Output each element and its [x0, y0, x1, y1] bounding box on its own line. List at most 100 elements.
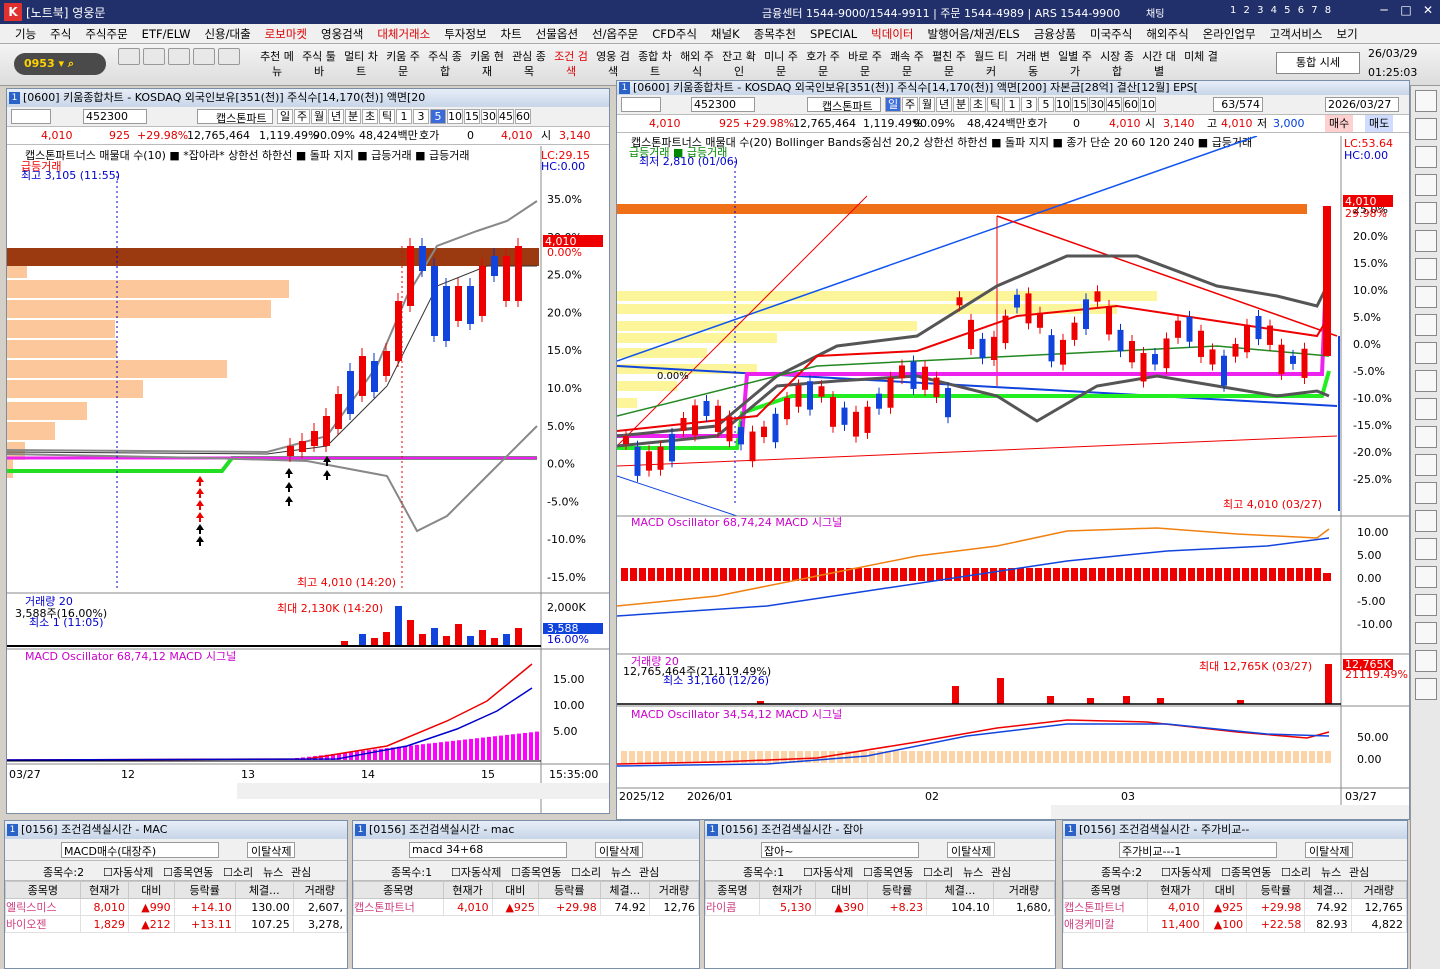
period-tab[interactable]: 주: [902, 97, 918, 112]
column-header[interactable]: 현재가: [758, 881, 816, 899]
toolbar-button[interactable]: 시장 종합: [1097, 47, 1137, 83]
toolbar-button[interactable]: 거래 변동: [1013, 47, 1053, 83]
period-tab[interactable]: 틱: [987, 97, 1003, 112]
tool-icon[interactable]: [1415, 90, 1437, 112]
account-selector[interactable]: 0953 ▾ ⌕: [14, 53, 106, 75]
column-header[interactable]: 현재가: [442, 881, 493, 899]
menu-item[interactable]: 주식주문: [78, 26, 134, 42]
toolbar-button[interactable]: 일별 주가: [1055, 47, 1095, 83]
scroll-controls[interactable]: [237, 783, 609, 799]
column-header[interactable]: 등락률: [173, 881, 236, 899]
column-header[interactable]: 등락률: [867, 881, 928, 899]
integrated-quote-button[interactable]: 통합 시세: [1276, 52, 1360, 74]
period-tab[interactable]: 10: [1055, 97, 1071, 112]
scroll-controls[interactable]: [1051, 805, 1409, 819]
toolbar-button[interactable]: 잔고 확인: [719, 47, 759, 83]
sound-checkbox[interactable]: ☐소리: [571, 864, 601, 880]
link-checkbox[interactable]: ☐종목연동: [511, 864, 561, 880]
column-header[interactable]: 체결...: [1304, 881, 1352, 899]
fav-button[interactable]: 관심: [991, 864, 1011, 880]
menu-item[interactable]: 금융상품: [1027, 26, 1083, 42]
tool-icon[interactable]: [1415, 678, 1437, 700]
code-input[interactable]: 452300: [691, 97, 755, 112]
tool-icon[interactable]: [1415, 314, 1437, 336]
column-header[interactable]: 대비: [1202, 881, 1248, 899]
stock-name-cell[interactable]: 바이오젠: [5, 915, 81, 933]
period-tab[interactable]: 15: [464, 109, 480, 124]
tool-icon[interactable]: [1415, 622, 1437, 644]
toolbar-button[interactable]: 미체 결: [1181, 47, 1221, 83]
period-tab[interactable]: 틱: [379, 109, 395, 124]
toolbar-button[interactable]: 호가 주문: [803, 47, 843, 83]
news-button[interactable]: 뉴스: [611, 864, 631, 880]
menu-item[interactable]: 차트: [494, 26, 529, 42]
column-header[interactable]: 현재가: [79, 881, 130, 899]
column-header[interactable]: 거래량: [292, 881, 348, 899]
menu-item[interactable]: 미국주식: [1083, 26, 1139, 42]
minimize-icon[interactable]: ─: [1374, 3, 1394, 20]
stock-name-cell[interactable]: 캡스톤파트너: [1062, 898, 1149, 916]
tool-icon[interactable]: [1415, 174, 1437, 196]
period-tab[interactable]: 3: [413, 109, 429, 124]
maximize-icon[interactable]: □: [1396, 3, 1416, 20]
period-tab[interactable]: 일: [277, 109, 293, 124]
date-input[interactable]: 2026/03/27: [1325, 97, 1399, 112]
period-tab[interactable]: 10: [1140, 97, 1156, 112]
menu-item[interactable]: 영웅검색: [314, 26, 370, 42]
column-header[interactable]: 대비: [491, 881, 539, 899]
menu-item[interactable]: 해외주식: [1139, 26, 1195, 42]
menu-item[interactable]: 선물옵션: [529, 26, 585, 42]
exit-delete-button[interactable]: 이탈삭제: [947, 842, 996, 858]
menu-item[interactable]: 신용/대출: [197, 26, 257, 42]
table-row[interactable]: 애경케미칼 11,400 ▲100 +22.58 82.93 4,822: [1062, 915, 1408, 933]
menu-item[interactable]: 주식: [43, 26, 78, 42]
period-tab[interactable]: 10: [447, 109, 463, 124]
stock-name[interactable]: 캡스톤파트: [807, 97, 881, 113]
table-row[interactable]: 캡스톤파트너 4,010 ▲925 +29.98 74.92 12,76: [353, 898, 700, 916]
table-row[interactable]: 캡스톤파트너 4,010 ▲925 +29.98 74.92 12,765: [1062, 898, 1408, 916]
toolbar-button[interactable]: 해외 주식: [677, 47, 717, 83]
condition-select[interactable]: 잡아~: [761, 842, 919, 858]
toolbar-button[interactable]: 주식 툴바: [299, 47, 339, 83]
tool-icon[interactable]: [1415, 538, 1437, 560]
period-tab[interactable]: 년: [936, 97, 952, 112]
gear-icon[interactable]: [218, 48, 240, 65]
period-tab[interactable]: 초: [970, 97, 986, 112]
toolbar-button[interactable]: 미니 주문: [761, 47, 801, 83]
page-number-tabs[interactable]: 1 2 3 4 5 6 7 8: [1230, 5, 1333, 16]
auto-delete-checkbox[interactable]: ☐자동삭제: [103, 864, 153, 880]
column-header[interactable]: 체결...: [599, 881, 650, 899]
period-tab[interactable]: 년: [328, 109, 344, 124]
toolbar-button[interactable]: 관심 종목: [509, 47, 549, 83]
menu-item[interactable]: 발행어음/채권/ELS: [920, 26, 1026, 42]
tool-icon[interactable]: [1415, 594, 1437, 616]
close-icon[interactable]: ✕: [1418, 3, 1438, 20]
toolbar-button[interactable]: 종합 차트: [635, 47, 675, 83]
left-chart-canvas[interactable]: 35.0%30.0%25.0%20.0%15.0%10.0%5.0%0.0%-5…: [7, 146, 609, 813]
period-tab[interactable]: 5: [430, 109, 446, 124]
menu-item[interactable]: SPECIAL: [803, 27, 864, 41]
column-header[interactable]: 대비: [128, 881, 175, 899]
exit-delete-button[interactable]: 이탈삭제: [1305, 842, 1354, 858]
sound-checkbox[interactable]: ☐소리: [223, 864, 253, 880]
period-tab[interactable]: 월: [919, 97, 935, 112]
menu-item[interactable]: 선/옵주문: [585, 26, 645, 42]
tool-icon[interactable]: [1415, 370, 1437, 392]
period-tab[interactable]: 30: [481, 109, 497, 124]
menu-item[interactable]: 투자정보: [437, 26, 493, 42]
toolbar-button[interactable]: 키움 주문: [383, 47, 423, 83]
news-button[interactable]: 뉴스: [963, 864, 983, 880]
condition-select[interactable]: macd 34+68: [409, 842, 567, 858]
period-tab[interactable]: 분: [953, 97, 969, 112]
period-tab[interactable]: 주: [294, 109, 310, 124]
menu-item[interactable]: CFD주식: [645, 26, 704, 42]
column-header[interactable]: 체결...: [234, 881, 294, 899]
sound-checkbox[interactable]: ☐소리: [923, 864, 953, 880]
search-icon[interactable]: ⌕: [68, 57, 74, 70]
table-row[interactable]: 엘릭스미스 8,010 ▲990 +14.10 130.00 2,607,: [5, 898, 348, 916]
column-header[interactable]: 등락률: [537, 881, 601, 899]
toolbar-button[interactable]: 멀티 차트: [341, 47, 381, 83]
buy-button[interactable]: 매수: [1325, 115, 1354, 132]
period-tab[interactable]: 15: [1072, 97, 1088, 112]
tool-icon[interactable]: [1415, 118, 1437, 140]
